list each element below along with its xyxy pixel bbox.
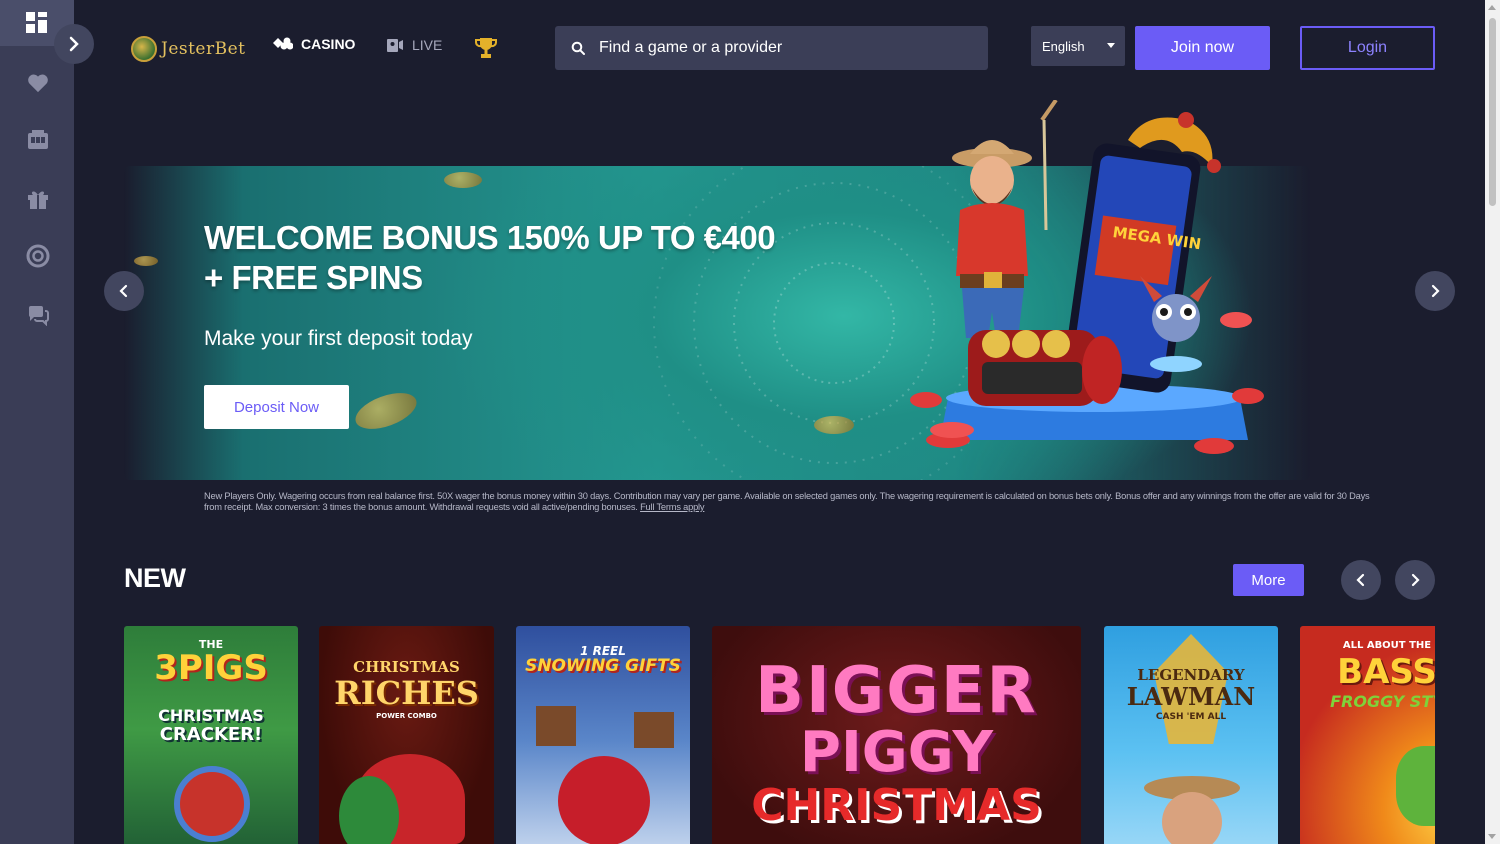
nav-casino-label: CASINO [301, 36, 356, 52]
sidebar-item-favorites[interactable] [24, 69, 52, 97]
sidebar [0, 0, 74, 844]
game-tile[interactable]: BIGGER PIGGY CHRISTMAS [712, 626, 1081, 844]
game-tile[interactable]: 1 REEL SNOWING GIFTS [516, 626, 690, 844]
bonus-terms-text: New Players Only. Wagering occurs from r… [204, 491, 1379, 513]
banner-title: WELCOME BONUS 150% UP TO €400 + FREE SPI… [204, 218, 776, 298]
game-title-line: BASS [1337, 652, 1435, 692]
new-games-carousel: THE 3PIGS CHRISTMAS CRACKER! CHRISTMAS R… [124, 626, 1435, 844]
deposit-now-button[interactable]: Deposit Now [204, 385, 349, 429]
language-select[interactable]: English [1031, 26, 1125, 66]
live-dealer-icon [387, 39, 403, 52]
game-title-line: BIGGER [755, 654, 1038, 728]
house-art [536, 706, 576, 746]
house-art [634, 712, 674, 748]
caret-down-icon [1107, 43, 1115, 48]
nav-live-label: LIVE [412, 37, 443, 53]
game-title-line: PIGGY [799, 720, 994, 785]
heart-icon [28, 74, 48, 93]
game-title-line: ALL ABOUT THE [1342, 640, 1432, 651]
game-title-line: FROGGY STY [1330, 692, 1435, 711]
search-bar[interactable] [555, 26, 988, 70]
jester-logo-icon [131, 36, 157, 62]
coin-decoration [444, 172, 482, 188]
join-now-button[interactable]: Join now [1135, 26, 1270, 70]
chat-support-icon [28, 306, 49, 326]
game-tile[interactable]: THE 3PIGS CHRISTMAS CRACKER! [124, 626, 298, 844]
full-terms-link[interactable]: Full Terms apply [640, 502, 705, 512]
coin-decoration [350, 385, 422, 437]
dollar-coin-art [174, 766, 250, 842]
lifebuoy-icon [26, 244, 50, 268]
gift-sack-art [558, 756, 650, 844]
chevron-left-icon [1356, 573, 1365, 587]
sidebar-item-slots[interactable] [24, 126, 52, 154]
brand-name: JesterBet [161, 39, 246, 59]
banner-subtitle: Make your first deposit today [204, 327, 473, 350]
coin-decoration [814, 416, 854, 434]
page-scrollbar[interactable] [1485, 0, 1500, 844]
gift-icon [28, 191, 48, 209]
cards-icon [273, 37, 293, 50]
section-title-new: NEW [124, 563, 186, 593]
chevron-right-icon [1411, 573, 1420, 587]
sidebar-toggle-button[interactable] [54, 24, 94, 64]
lawman-face-art [1162, 792, 1222, 844]
game-title-line: CRACKER! [159, 724, 263, 745]
terms-body: New Players Only. Wagering occurs from r… [204, 491, 1370, 512]
banner-prev-button[interactable] [104, 271, 144, 311]
coin-decoration [134, 256, 158, 266]
nav-casino[interactable]: CASINO [273, 36, 355, 52]
sidebar-item-promotions[interactable] [24, 185, 52, 213]
chevron-left-icon [119, 284, 128, 298]
game-title-line: RICHES [334, 674, 479, 712]
carousel-prev-button[interactable] [1341, 560, 1381, 600]
frog-art [1396, 746, 1435, 826]
brand-logo[interactable]: JesterBet [131, 36, 246, 62]
banner-title-line2: + FREE SPINS [204, 259, 423, 296]
sidebar-item-help[interactable] [24, 242, 52, 270]
scroll-up-arrow-icon[interactable] [1488, 5, 1496, 10]
tournaments-button[interactable] [474, 36, 498, 65]
game-tile[interactable]: CHRISTMAS RICHES POWER COMBO [319, 626, 494, 844]
game-title-line: CHRISTMAS [158, 706, 264, 725]
chevron-right-icon [1431, 284, 1440, 298]
more-button[interactable]: More [1233, 564, 1304, 596]
sidebar-item-support[interactable] [24, 300, 52, 328]
game-tile[interactable]: ALL ABOUT THE BASS FROGGY STY [1300, 626, 1435, 844]
game-title-line: CHRISTMAS [751, 780, 1042, 831]
trophy-icon [475, 38, 497, 58]
chevron-right-icon [69, 36, 79, 52]
scrollbar-thumb[interactable] [1489, 18, 1496, 206]
language-value: English [1042, 38, 1085, 54]
slot-machine-icon [28, 130, 48, 149]
nav-live[interactable]: LIVE [386, 36, 442, 54]
carousel-next-button[interactable] [1395, 560, 1435, 600]
banner-hero-illustration: MEGA WIN [910, 100, 1264, 454]
banner-title-line1: WELCOME BONUS 150% UP TO €400 [204, 219, 776, 256]
search-input[interactable] [599, 39, 959, 57]
game-title-line: CASH 'EM ALL [1155, 712, 1227, 722]
game-title-line: 3PIGS [154, 648, 268, 688]
game-title-line: LAWMAN [1126, 682, 1256, 711]
login-button[interactable]: Login [1300, 26, 1435, 70]
scroll-down-arrow-icon[interactable] [1488, 834, 1496, 839]
banner-next-button[interactable] [1415, 271, 1455, 311]
game-tile[interactable]: LEGENDARY LAWMAN CASH 'EM ALL [1104, 626, 1278, 844]
dashboard-icon [26, 12, 47, 33]
search-icon [571, 41, 585, 55]
game-title-line: SNOWING GIFTS [525, 656, 681, 676]
game-title-line: POWER COMBO [376, 712, 437, 720]
